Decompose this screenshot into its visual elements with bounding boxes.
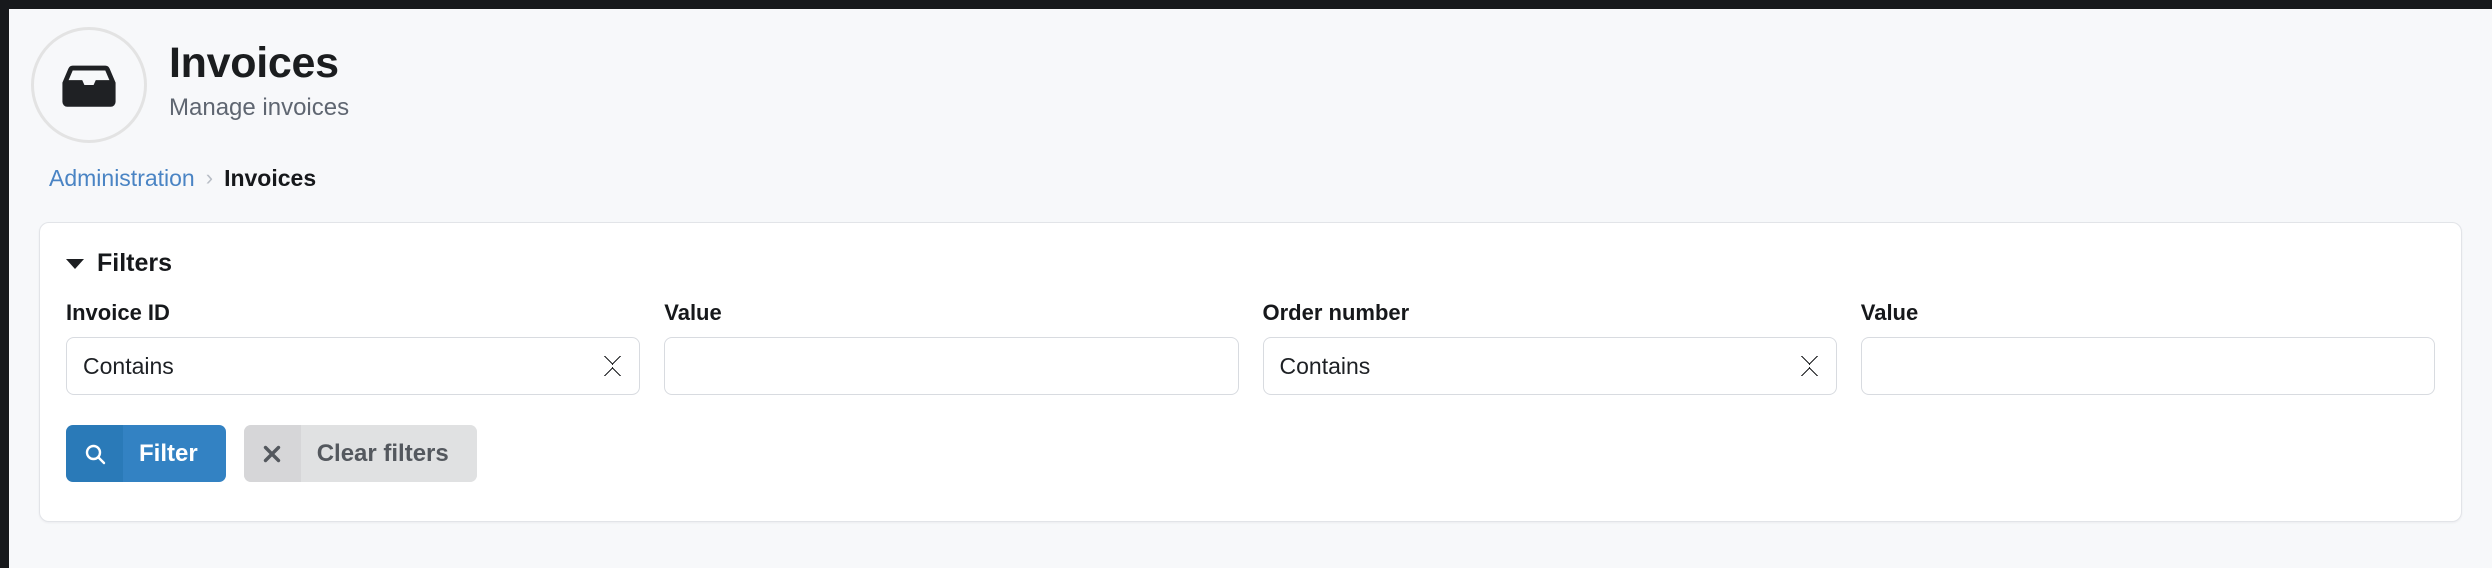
- filter-label-order-number-value: Value: [1860, 300, 1919, 325]
- page-subtitle: Manage invoices: [169, 94, 350, 122]
- filter-field-order-number-value: Value: [1860, 300, 2435, 395]
- filter-field-invoice-id: Invoice ID Contains: [66, 300, 641, 395]
- breadcrumb-item-invoices: Invoices: [224, 165, 317, 191]
- filter-field-order-number: Order number Contains: [1262, 300, 1837, 395]
- filter-button[interactable]: Filter: [66, 425, 226, 482]
- clear-filters-button-label: Clear filters: [300, 425, 477, 482]
- filters-form: Invoice ID Contains Value Order number C…: [40, 278, 2461, 395]
- filter-field-invoice-id-value: Value: [664, 300, 1239, 395]
- page-header: Invoices Manage invoices: [9, 9, 2492, 143]
- filter-field-row: Invoice ID Contains Value Order number C…: [66, 300, 2435, 395]
- chevron-down-icon: [66, 258, 84, 269]
- chevron-right-icon: ›: [205, 164, 214, 190]
- filter-operator-invoice-id[interactable]: Contains: [66, 337, 641, 395]
- page-header-text: Invoices Manage invoices: [169, 41, 349, 129]
- filter-label-invoice-id-value: Value: [664, 300, 722, 325]
- filter-input-invoice-id-value[interactable]: [664, 337, 1239, 395]
- clear-filters-button[interactable]: Clear filters: [243, 425, 477, 482]
- filters-section-title: Filters: [97, 249, 173, 277]
- filter-label-order-number: Order number: [1262, 300, 1410, 325]
- search-icon: [66, 425, 123, 482]
- page-root: Invoices Manage invoices Administration …: [9, 9, 2492, 568]
- page-title: Invoices: [169, 39, 339, 88]
- filters-card: Filters Invoice ID Contains Value Order …: [39, 222, 2462, 522]
- filter-label-invoice-id: Invoice ID: [66, 300, 170, 325]
- filter-button-label: Filter: [123, 425, 226, 482]
- filter-input-order-number-value[interactable]: [1860, 337, 2435, 395]
- inbox-icon: [31, 27, 147, 143]
- close-x-icon: [243, 425, 301, 482]
- filter-actions: Filter Clear filters: [40, 395, 2461, 482]
- filter-operator-order-number[interactable]: Contains: [1262, 337, 1837, 395]
- breadcrumb-item-administration[interactable]: Administration: [49, 165, 195, 192]
- filters-section-toggle[interactable]: Filters: [40, 223, 172, 278]
- breadcrumb: Administration › Invoices: [9, 143, 2492, 192]
